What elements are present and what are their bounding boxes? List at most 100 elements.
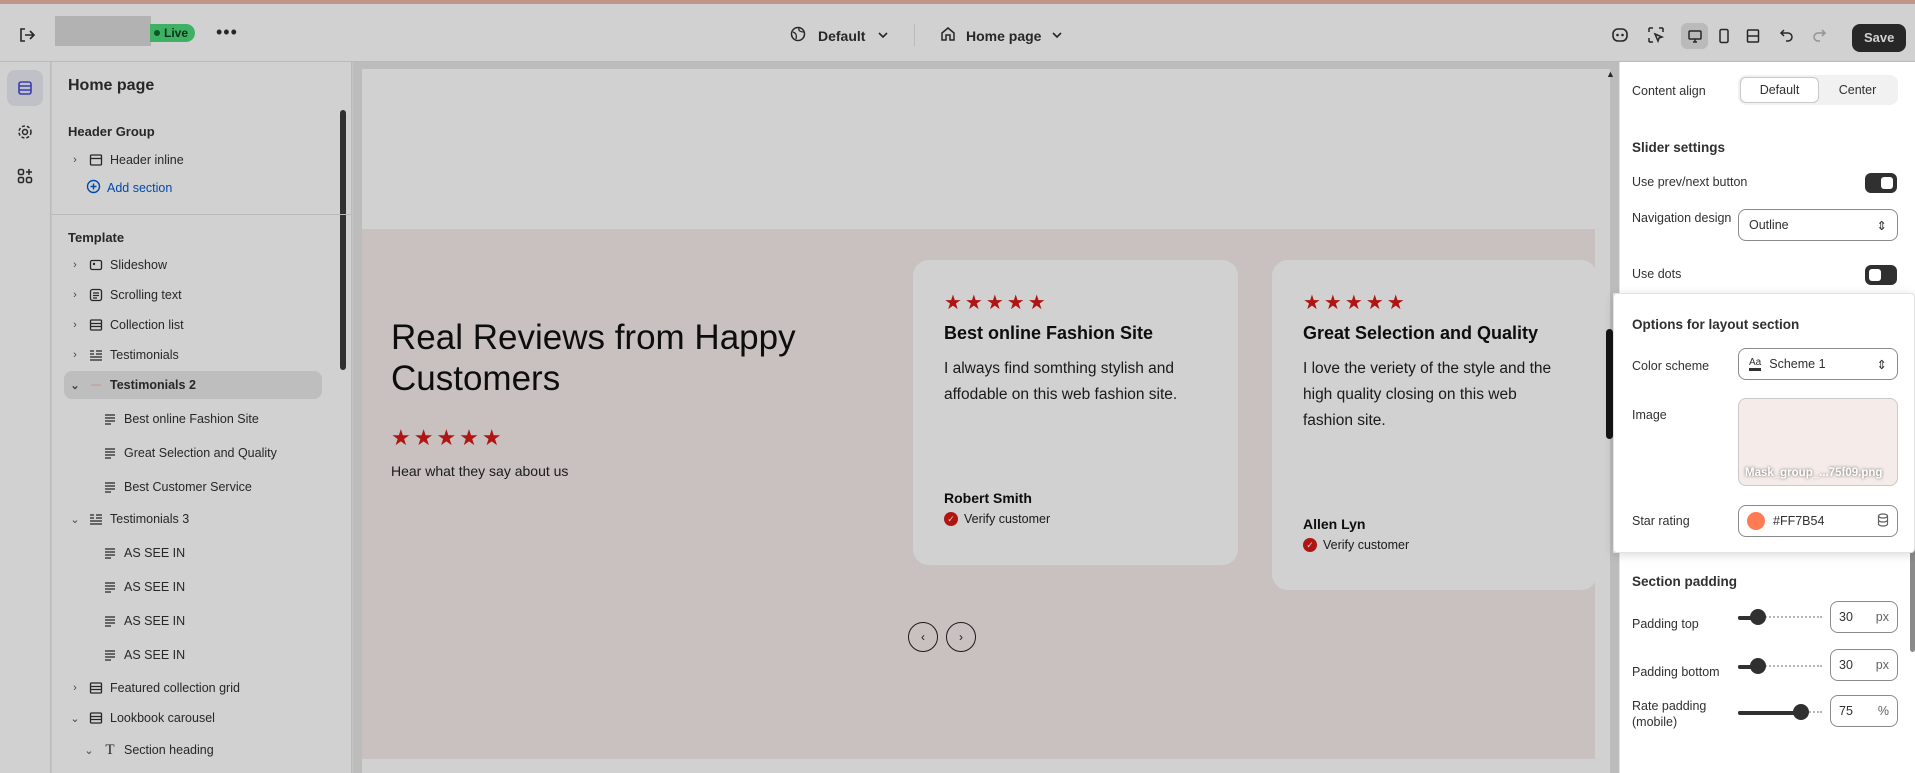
prev-slide-button[interactable]: ‹: [908, 622, 938, 652]
use-dots-toggle[interactable]: [1865, 265, 1897, 285]
slider-thumb[interactable]: [1750, 658, 1766, 674]
sidebar-block-as-see-in[interactable]: AS SEE IN: [102, 641, 185, 669]
sidebar-item-label: Testimonials: [110, 348, 179, 362]
sidebar-item-label: Lookbook carousel: [110, 711, 215, 725]
card-author: Allen Lyn: [1303, 516, 1366, 532]
testimonials-icon: [88, 347, 104, 363]
card-body: I always find somthing stylish and affod…: [944, 360, 1178, 403]
text-block-icon: [102, 411, 118, 427]
redo-icon[interactable]: [1806, 23, 1832, 47]
sidebar-item-label: AS SEE IN: [124, 614, 186, 628]
color-swatch[interactable]: [1747, 512, 1765, 530]
chevron-down-icon[interactable]: ⌄: [82, 744, 96, 757]
desktop-view-button[interactable]: [1681, 23, 1709, 49]
database-icon[interactable]: [1877, 512, 1889, 530]
sidebar-item-testimonials-2[interactable]: ⌄ Testimonials 2: [64, 371, 322, 399]
settings-rail-button[interactable]: [7, 114, 43, 150]
color-scheme-icon: Aa: [1749, 357, 1762, 371]
template-group-title: Template: [68, 230, 125, 245]
theme-selector[interactable]: Default: [790, 26, 889, 45]
sidebar-item-featured-collection-grid[interactable]: › Featured collection grid: [68, 674, 240, 702]
add-section-button[interactable]: Add section: [86, 179, 172, 197]
image-picker[interactable]: Mask_group_...75f09.png: [1738, 398, 1898, 486]
sidebar-block-as-see-in[interactable]: AS SEE IN: [102, 539, 185, 567]
gear-icon: [18, 125, 32, 139]
sidebar-item-slideshow[interactable]: › Slideshow: [68, 251, 167, 279]
sidebar-item-scrolling-text[interactable]: › Scrolling text: [68, 281, 181, 309]
layout-options-title: Options for layout section: [1632, 317, 1800, 332]
sidebar-item-lookbook-carousel[interactable]: ⌄ Lookbook carousel: [68, 704, 215, 732]
chevron-down-icon[interactable]: ⌄: [68, 513, 82, 526]
sidebar-item-section-heading[interactable]: ⌄ T Section heading: [82, 736, 213, 764]
ai-assistant-icon[interactable]: [1607, 23, 1633, 47]
panel-scrollbar[interactable]: [340, 110, 346, 370]
sections-rail-button[interactable]: [7, 70, 43, 106]
chevron-right-icon[interactable]: ›: [68, 319, 82, 331]
slider-thumb[interactable]: [1750, 609, 1766, 625]
chevron-right-icon[interactable]: ›: [68, 349, 82, 361]
select-chevrons-icon: ⇕: [1876, 218, 1887, 233]
chevron-right-icon[interactable]: ›: [68, 154, 82, 166]
save-button[interactable]: Save: [1852, 24, 1907, 52]
page-selector[interactable]: Home page: [940, 26, 1063, 45]
sidebar-block-great-selection[interactable]: Great Selection and Quality: [102, 439, 277, 467]
top-bar: Live ••• Default Home page Save: [0, 0, 1915, 62]
navigation-design-select[interactable]: Outline ⇕: [1738, 209, 1898, 241]
header-section-icon: [88, 152, 104, 168]
padding-bottom-slider[interactable]: [1738, 658, 1822, 674]
theme-select-label: Default: [818, 27, 866, 44]
use-prev-next-toggle[interactable]: [1865, 173, 1897, 193]
padding-bottom-input[interactable]: 30 px: [1830, 649, 1898, 681]
sidebar-block-as-see-in[interactable]: AS SEE IN: [102, 573, 185, 601]
testimonial-card[interactable]: ★★★★★ Best online Fashion Site I always …: [913, 260, 1238, 565]
scroll-up-arrow-icon[interactable]: ▲: [1606, 69, 1615, 79]
verify-label: Verify customer: [964, 512, 1051, 526]
sidebar-item-testimonials-3[interactable]: ⌄ Testimonials 3: [68, 505, 189, 533]
star-rating-color-input[interactable]: #FF7B54: [1738, 505, 1898, 537]
testimonial-card[interactable]: ★★★★★ Great Selection and Quality I love…: [1272, 260, 1597, 590]
select-chevrons-icon: ⇕: [1876, 357, 1887, 372]
sidebar-item-collection-list[interactable]: › Collection list: [68, 311, 183, 339]
exit-icon[interactable]: [18, 26, 36, 44]
chevron-right-icon[interactable]: ›: [68, 289, 82, 301]
padding-top-input[interactable]: 30 px: [1830, 601, 1898, 633]
sidebar-block-best-online[interactable]: Best online Fashion Site: [102, 405, 259, 433]
content-align-segmented: Default Center: [1738, 75, 1898, 105]
rate-padding-unit: %: [1877, 704, 1889, 718]
sidebar-item-label: Best online Fashion Site: [124, 412, 259, 426]
inspector-icon[interactable]: [1643, 23, 1669, 47]
sidebar-item-testimonials[interactable]: › Testimonials: [68, 341, 179, 369]
rate-padding-slider[interactable]: [1738, 704, 1822, 720]
rate-padding-input[interactable]: 75 %: [1830, 695, 1898, 727]
chevron-down-icon[interactable]: ⌄: [68, 379, 82, 392]
sidebar-item-label: Best Customer Service: [124, 480, 252, 494]
rate-padding-label: Rate padding (mobile): [1632, 699, 1707, 729]
color-scheme-value: Scheme 1: [1769, 357, 1826, 371]
divider: [52, 214, 351, 215]
desktop-icon: [1687, 30, 1702, 43]
chevron-right-icon[interactable]: ›: [68, 259, 82, 271]
sidebar-item-header-inline[interactable]: › Header inline: [68, 146, 184, 174]
sidebar-block-as-see-in[interactable]: AS SEE IN: [102, 607, 185, 635]
content-align-center-option[interactable]: Center: [1819, 77, 1896, 103]
testimonials-section-preview[interactable]: Real Reviews from Happy Customers ★★★★★ …: [362, 229, 1597, 759]
fullwidth-view-button[interactable]: [1740, 23, 1767, 49]
navigation-design-label: Navigation design: [1632, 211, 1732, 225]
globe-icon: [790, 26, 806, 45]
slider-thumb[interactable]: [1793, 704, 1809, 720]
more-options-button[interactable]: •••: [216, 22, 238, 43]
undo-icon[interactable]: [1774, 23, 1800, 47]
chevron-down-icon[interactable]: ⌄: [68, 712, 82, 725]
content-align-default-option[interactable]: Default: [1740, 77, 1819, 103]
mobile-view-button[interactable]: [1710, 23, 1737, 49]
apps-rail-button[interactable]: [7, 158, 43, 194]
home-icon: [940, 26, 956, 45]
next-slide-button[interactable]: ›: [946, 622, 976, 652]
padding-top-slider[interactable]: [1738, 609, 1822, 625]
chevron-right-icon[interactable]: ›: [68, 682, 82, 694]
color-scheme-select[interactable]: Aa Scheme 1 ⇕: [1738, 348, 1898, 380]
preview-frame: Real Reviews from Happy Customers ★★★★★ …: [362, 69, 1615, 773]
preview-scrollbar[interactable]: [1606, 329, 1613, 439]
sidebar-block-best-customer[interactable]: Best Customer Service: [102, 473, 252, 501]
live-badge: Live: [150, 24, 196, 42]
